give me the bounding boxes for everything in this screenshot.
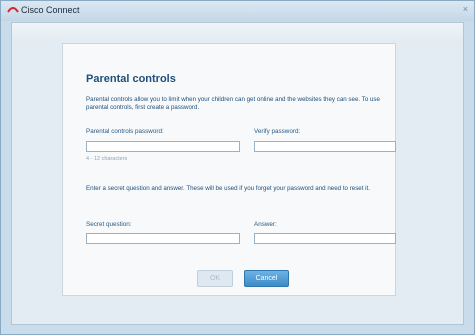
- window-title: Cisco Connect: [21, 5, 80, 15]
- page-title: Parental controls: [86, 73, 176, 85]
- password-label: Parental controls password:: [86, 128, 164, 135]
- password-hint: 4 - 12 characters: [86, 156, 128, 162]
- close-icon[interactable]: ×: [463, 4, 468, 14]
- cancel-button[interactable]: Cancel: [244, 270, 289, 287]
- description-text: Parental controls allow you to limit whe…: [86, 96, 380, 111]
- client-header-stripe: [12, 23, 463, 41]
- secret-instructions: Enter a secret question and answer. Thes…: [86, 185, 370, 192]
- cisco-logo-icon: [7, 7, 19, 13]
- title-bar[interactable]: Cisco Connect ×: [1, 1, 474, 21]
- secret-question-field[interactable]: [86, 233, 240, 244]
- answer-field[interactable]: [254, 233, 396, 244]
- ok-button[interactable]: OK: [197, 270, 233, 287]
- verify-password-label: Verify password:: [254, 128, 301, 135]
- verify-password-field[interactable]: [254, 141, 396, 152]
- answer-label: Answer:: [254, 221, 277, 228]
- secret-question-label: Secret question:: [86, 221, 132, 228]
- password-field[interactable]: [86, 141, 240, 152]
